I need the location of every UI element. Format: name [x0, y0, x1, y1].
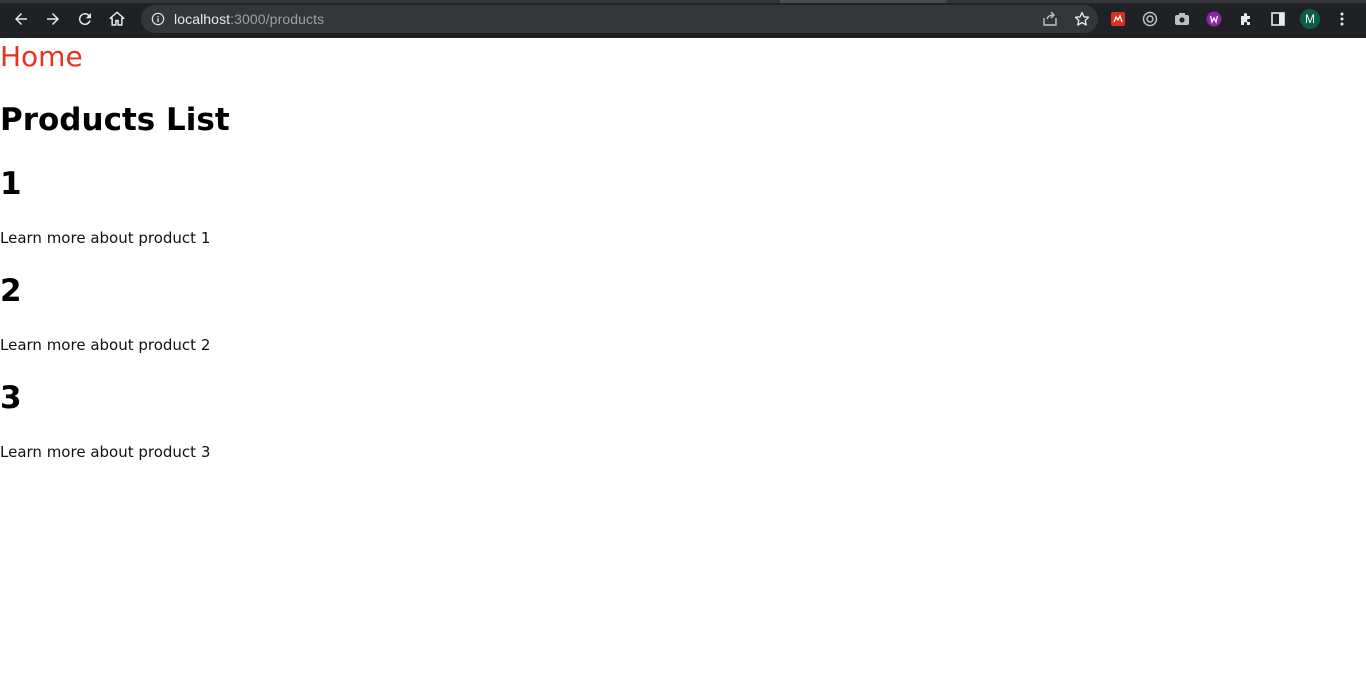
- forward-button[interactable]: [37, 3, 69, 35]
- side-panel-button[interactable]: [1268, 9, 1288, 29]
- url-path: :3000/products: [230, 11, 325, 27]
- url-text[interactable]: localhost:3000/products: [174, 11, 324, 27]
- site-info-icon[interactable]: [151, 12, 165, 26]
- avatar: M: [1300, 9, 1320, 29]
- back-button[interactable]: [5, 3, 37, 35]
- home-link[interactable]: Home: [0, 40, 83, 73]
- extension-red-icon: [1111, 12, 1125, 26]
- extension-camera[interactable]: [1172, 9, 1192, 29]
- home-icon: [109, 11, 125, 26]
- menu-kebab-icon: [1340, 12, 1344, 26]
- product-number: 3: [0, 380, 22, 416]
- extensions-puzzle-icon: [1241, 13, 1250, 25]
- url-host: localhost: [174, 11, 231, 27]
- profile-button[interactable]: M: [1300, 9, 1320, 29]
- reload-icon: [78, 13, 91, 26]
- extension-camera-icon: [1175, 13, 1189, 25]
- share-button[interactable]: [1040, 9, 1060, 29]
- browser-toolbar: localhost:3000/products M: [0, 0, 1366, 38]
- bookmark-star-icon: [1074, 11, 1090, 26]
- side-panel-icon: [1271, 12, 1285, 26]
- extension-red[interactable]: [1108, 9, 1128, 29]
- extension-target[interactable]: [1140, 9, 1160, 29]
- tab-strip-edge: [0, 0, 1366, 3]
- address-bar[interactable]: localhost:3000/products: [141, 5, 1098, 33]
- product-number: 2: [0, 273, 22, 309]
- menu-button[interactable]: [1332, 9, 1352, 29]
- page-title: Products List: [0, 102, 230, 138]
- back-icon: [15, 13, 27, 25]
- product-link[interactable]: Learn more about product 1: [0, 229, 210, 247]
- extension-target-icon: [1142, 11, 1158, 27]
- bookmark-button[interactable]: [1072, 9, 1092, 29]
- extension-purple[interactable]: [1204, 9, 1224, 29]
- extensions-button[interactable]: [1236, 9, 1256, 29]
- product-link[interactable]: Learn more about product 3: [0, 443, 210, 461]
- forward-icon: [47, 13, 59, 25]
- product-link[interactable]: Learn more about product 2: [0, 336, 210, 354]
- reload-button[interactable]: [69, 3, 101, 35]
- product-number: 1: [0, 166, 22, 202]
- home-button[interactable]: [101, 3, 133, 35]
- extension-purple-icon: [1206, 11, 1222, 27]
- share-icon: [1043, 11, 1057, 26]
